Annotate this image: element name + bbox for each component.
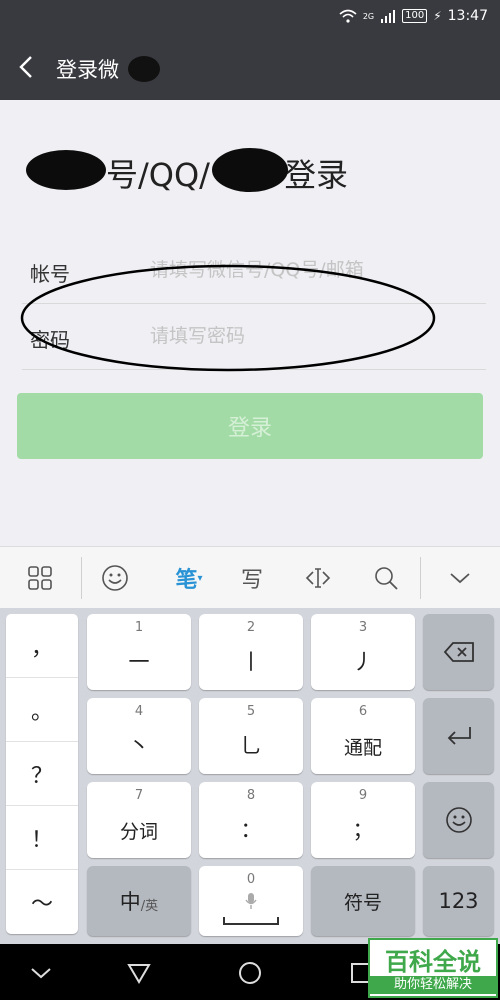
space-key[interactable]: 0 <box>199 866 303 936</box>
watermark-logo: 百科全说 助你轻松解决 <box>368 938 498 998</box>
language-toggle-key[interactable]: 中/英 <box>87 866 191 936</box>
key-number: 4 <box>134 704 144 719</box>
symbols-label: 符号 <box>343 891 382 914</box>
clock: 13:47 <box>447 8 488 24</box>
stroke-key-2[interactable]: 2 丨 <box>199 614 303 690</box>
login-button[interactable]: 登录 <box>17 393 483 459</box>
emoji-icon[interactable] <box>95 559 135 597</box>
key-label: 乚 <box>240 734 262 758</box>
redaction-mark <box>212 148 288 192</box>
page-title: 登录微 <box>56 58 119 82</box>
signal-icon <box>381 10 396 23</box>
stroke-key-4[interactable]: 4 丶 <box>87 698 191 774</box>
login-form: 号/QQ/登录 帐号 密码 登录 <box>0 100 500 546</box>
redaction-mark <box>128 56 160 82</box>
key-label: 丶 <box>128 734 150 758</box>
microphone-icon <box>245 893 257 909</box>
status-indicators: 2G 100 ⚡ 13:47 <box>339 8 488 24</box>
key-number: 8 <box>246 788 256 803</box>
toolbar-divider <box>81 557 82 599</box>
nav-home-icon[interactable] <box>237 960 263 986</box>
key-label: 一 <box>128 650 150 674</box>
punct-key[interactable]: ， <box>6 614 78 678</box>
app-header: 登录微 <box>0 34 500 100</box>
handwrite-tab[interactable]: 写 <box>232 559 272 597</box>
annotation-ellipse <box>20 264 436 372</box>
key-number: 9 <box>358 788 368 803</box>
emoji-key[interactable] <box>423 782 494 858</box>
key-label: ： <box>240 818 262 842</box>
key-number: 2 <box>246 620 256 635</box>
status-bar: 2G 100 ⚡ 13:47 <box>0 0 500 34</box>
nav-back-icon[interactable] <box>126 960 152 986</box>
battery-level: 100 <box>402 9 428 23</box>
enter-icon <box>447 727 471 745</box>
keyboard-toolbar: 笔 ▾ 写 <box>0 546 500 608</box>
enter-key[interactable] <box>423 698 494 774</box>
key-number: 6 <box>358 704 368 719</box>
watermark-sub: 助你轻松解决 <box>370 976 496 994</box>
login-heading-part-2: 登录 <box>283 156 348 194</box>
key-number: 5 <box>246 704 256 719</box>
key-label: 通配 <box>343 737 382 759</box>
punct-key[interactable]: 。 <box>6 678 78 742</box>
handwrite-label: 写 <box>240 568 263 593</box>
key-number: 3 <box>358 620 368 635</box>
numbers-label: 123 <box>438 889 479 913</box>
login-heading-part-1: 号/QQ/ <box>106 156 210 194</box>
caret-down-icon: ▾ <box>197 572 203 584</box>
watermark-main: 百科全说 <box>385 948 481 976</box>
key-number: 7 <box>134 788 144 803</box>
stroke-key-3[interactable]: 3 丿 <box>311 614 415 690</box>
symbols-key[interactable]: 符号 <box>311 866 415 936</box>
segment-key[interactable]: 7 分词 <box>87 782 191 858</box>
smiley-icon <box>445 807 472 833</box>
nav-down-icon[interactable] <box>28 960 54 986</box>
key-number: 1 <box>134 620 144 635</box>
backspace-key[interactable] <box>423 614 494 690</box>
cursor-icon[interactable] <box>298 559 338 597</box>
toolbar-divider <box>420 557 421 599</box>
wifi-icon <box>339 9 357 23</box>
key-label: 丨 <box>240 650 262 674</box>
search-icon[interactable] <box>366 559 406 597</box>
numbers-key[interactable]: 123 <box>423 866 494 936</box>
grid-icon[interactable] <box>20 559 60 597</box>
space-bar-icon <box>223 917 279 925</box>
key-label: 分词 <box>119 821 158 843</box>
punctuation-column: ， 。 ？ ！ ～ <box>6 614 78 934</box>
semicolon-key[interactable]: 9 ； <box>311 782 415 858</box>
punct-key[interactable]: ！ <box>6 806 78 870</box>
colon-key[interactable]: 8 ： <box>199 782 303 858</box>
key-number: 0 <box>246 872 256 887</box>
key-label: 丿 <box>352 650 374 674</box>
stroke-key-5[interactable]: 5 乚 <box>199 698 303 774</box>
redaction-mark <box>26 150 106 190</box>
pen-mode-label: 笔 <box>175 568 198 593</box>
punct-key[interactable]: ？ <box>6 742 78 806</box>
stroke-key-1[interactable]: 1 一 <box>87 614 191 690</box>
chevron-left-icon[interactable] <box>12 52 42 82</box>
network-type: 2G <box>362 11 375 21</box>
lang-main-label: 中 <box>119 890 141 914</box>
lang-sub-label: /英 <box>140 898 159 914</box>
backspace-icon <box>443 642 474 662</box>
chevron-down-icon[interactable] <box>440 559 480 597</box>
keyboard: ， 。 ？ ！ ～ 1 一 2 丨 3 丿 4 丶 5 乚 6 通配 7 分词 … <box>0 608 500 944</box>
key-label: ； <box>352 818 374 842</box>
punct-key[interactable]: ～ <box>6 870 78 934</box>
wildcard-key[interactable]: 6 通配 <box>311 698 415 774</box>
charging-icon: ⚡ <box>433 9 442 23</box>
pen-mode-tab[interactable]: 笔 ▾ <box>165 559 213 597</box>
